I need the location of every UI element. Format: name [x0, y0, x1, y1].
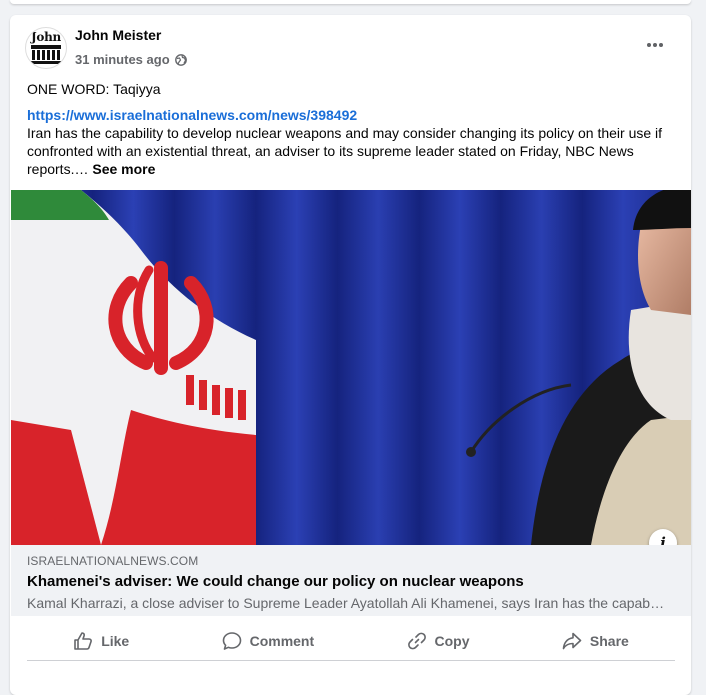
copy-label: Copy	[434, 632, 470, 649]
like-button[interactable]: Like	[63, 625, 139, 657]
author-name[interactable]: John Meister	[75, 27, 161, 43]
previous-post-card-edge	[10, 0, 691, 4]
share-icon	[562, 632, 582, 649]
link-preview[interactable]: ISRAELNATIONALNEWS.COM Khamenei's advise…	[11, 545, 691, 616]
comment-label: Comment	[249, 632, 315, 649]
post-link[interactable]: https://www.israelnationalnews.com/news/…	[27, 106, 677, 124]
link-title[interactable]: Khamenei's adviser: We could change our …	[27, 573, 524, 590]
news-photo	[11, 190, 691, 545]
more-options-icon	[647, 43, 663, 47]
share-button[interactable]: Share	[552, 625, 639, 657]
feed-post: John John Meister 31 minutes ago ONE WOR…	[10, 15, 691, 695]
post-actions: Like Comment Copy Share	[27, 621, 675, 661]
timestamp[interactable]: 31 minutes ago	[75, 52, 170, 67]
link-icon	[407, 632, 426, 649]
link-description: Kamal Kharrazi, a close adviser to Supre…	[27, 595, 667, 611]
comment-button[interactable]: Comment	[212, 625, 325, 657]
post-text: ONE WORD: Taqiyya https://www.israelnati…	[27, 80, 677, 178]
copy-link-button[interactable]: Copy	[397, 625, 480, 657]
post-image[interactable]: i	[11, 190, 691, 545]
post-meta: 31 minutes ago	[75, 52, 187, 67]
like-label: Like	[101, 632, 130, 649]
post-caption: ONE WORD: Taqiyya	[27, 81, 161, 97]
avatar[interactable]: John	[25, 27, 67, 69]
info-icon: i	[660, 534, 666, 545]
comment-icon	[222, 631, 241, 650]
globe-icon[interactable]	[174, 53, 187, 66]
more-options-button[interactable]	[639, 35, 671, 55]
see-more-link[interactable]: See more	[92, 161, 155, 177]
post-body: Iran has the capability to develop nucle…	[27, 124, 677, 178]
grille-icon	[31, 45, 61, 64]
share-label: Share	[589, 632, 629, 649]
thumbs-up-icon	[74, 631, 93, 650]
link-domain: ISRAELNATIONALNEWS.COM	[27, 554, 199, 568]
post-header: John John Meister 31 minutes ago	[10, 15, 691, 73]
